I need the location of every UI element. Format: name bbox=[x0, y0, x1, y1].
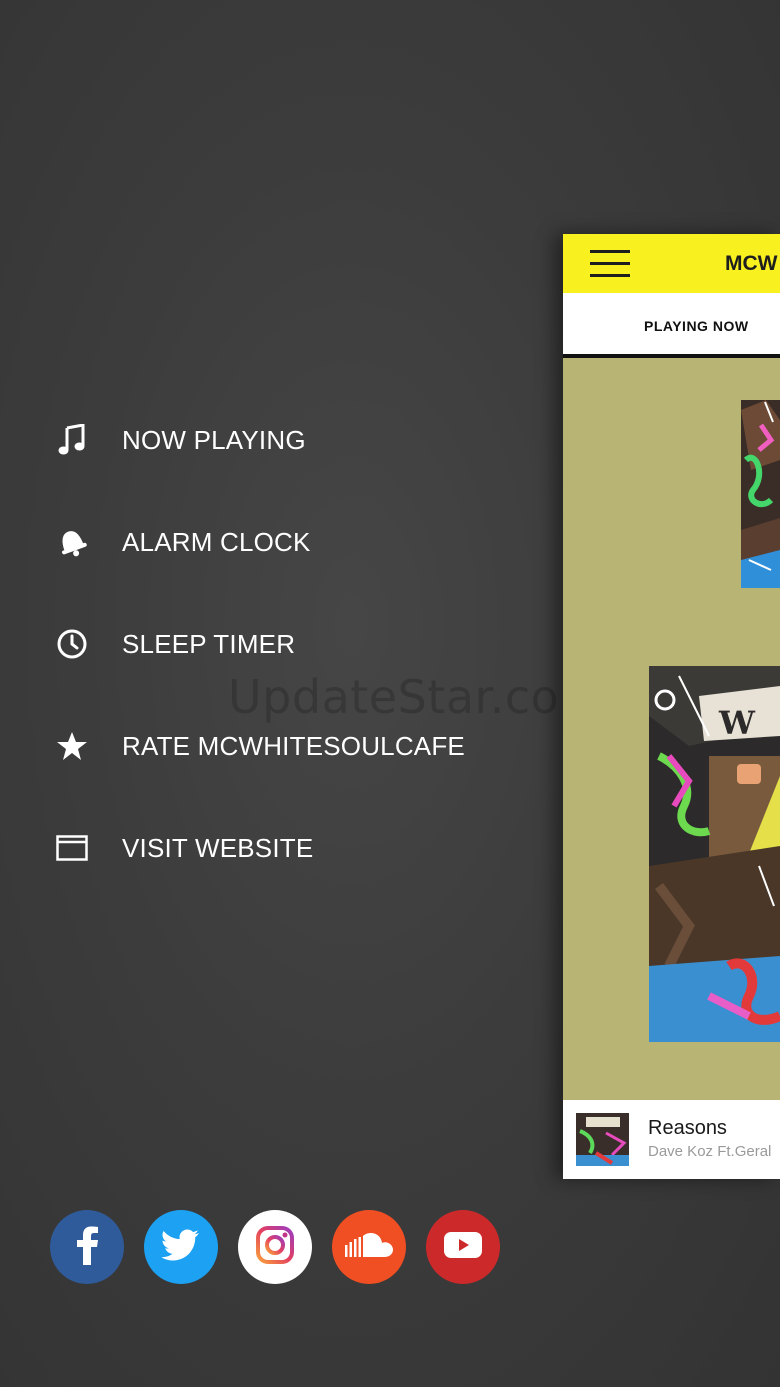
menu-item-label: SLEEP TIMER bbox=[122, 628, 296, 659]
twitter-button[interactable] bbox=[144, 1210, 218, 1284]
music-note-icon bbox=[54, 422, 90, 458]
instagram-icon bbox=[255, 1225, 295, 1270]
tab-bar: PLAYING NOW bbox=[563, 293, 780, 358]
clock-icon bbox=[54, 626, 90, 662]
album-art-small bbox=[741, 400, 780, 588]
bell-icon bbox=[54, 524, 90, 560]
menu-item-alarm-clock[interactable]: ALARM CLOCK bbox=[0, 502, 540, 582]
track-title: Reasons bbox=[648, 1117, 727, 1139]
hamburger-menu-icon[interactable] bbox=[590, 250, 630, 278]
star-icon bbox=[54, 728, 90, 764]
soundcloud-button[interactable] bbox=[332, 1210, 406, 1284]
mini-player[interactable]: Reasons Dave Koz Ft.Geral bbox=[563, 1100, 780, 1179]
track-thumbnail bbox=[576, 1113, 629, 1166]
svg-text:W: W bbox=[718, 704, 756, 742]
facebook-icon bbox=[72, 1225, 102, 1270]
menu-item-label: VISIT WEBSITE bbox=[122, 832, 314, 863]
menu-item-label: ALARM CLOCK bbox=[122, 526, 311, 557]
menu-item-now-playing[interactable]: NOW PLAYING bbox=[0, 400, 540, 480]
youtube-icon bbox=[443, 1231, 483, 1264]
app-title: MCW bbox=[725, 252, 778, 275]
app-panel[interactable]: MCW PLAYING NOW W Reasons Dave Koz Ft.Ge… bbox=[563, 234, 780, 1179]
browser-window-icon bbox=[54, 830, 90, 866]
album-art-large: W bbox=[649, 666, 780, 1042]
top-bar: MCW bbox=[563, 234, 780, 293]
menu-item-label: NOW PLAYING bbox=[122, 424, 306, 455]
soundcloud-icon bbox=[344, 1232, 394, 1263]
track-artist: Dave Koz Ft.Geral bbox=[648, 1143, 772, 1160]
facebook-button[interactable] bbox=[50, 1210, 124, 1284]
twitter-bird-icon bbox=[161, 1229, 200, 1266]
watermark: UpdateStar.com bbox=[228, 670, 605, 724]
menu-item-label: RATE MCWHITESOULCAFE bbox=[122, 730, 465, 761]
menu-item-visit-website[interactable]: VISIT WEBSITE bbox=[0, 808, 540, 888]
youtube-button[interactable] bbox=[426, 1210, 500, 1284]
instagram-button[interactable] bbox=[238, 1210, 312, 1284]
tab-playing-now[interactable]: PLAYING NOW bbox=[644, 318, 749, 334]
